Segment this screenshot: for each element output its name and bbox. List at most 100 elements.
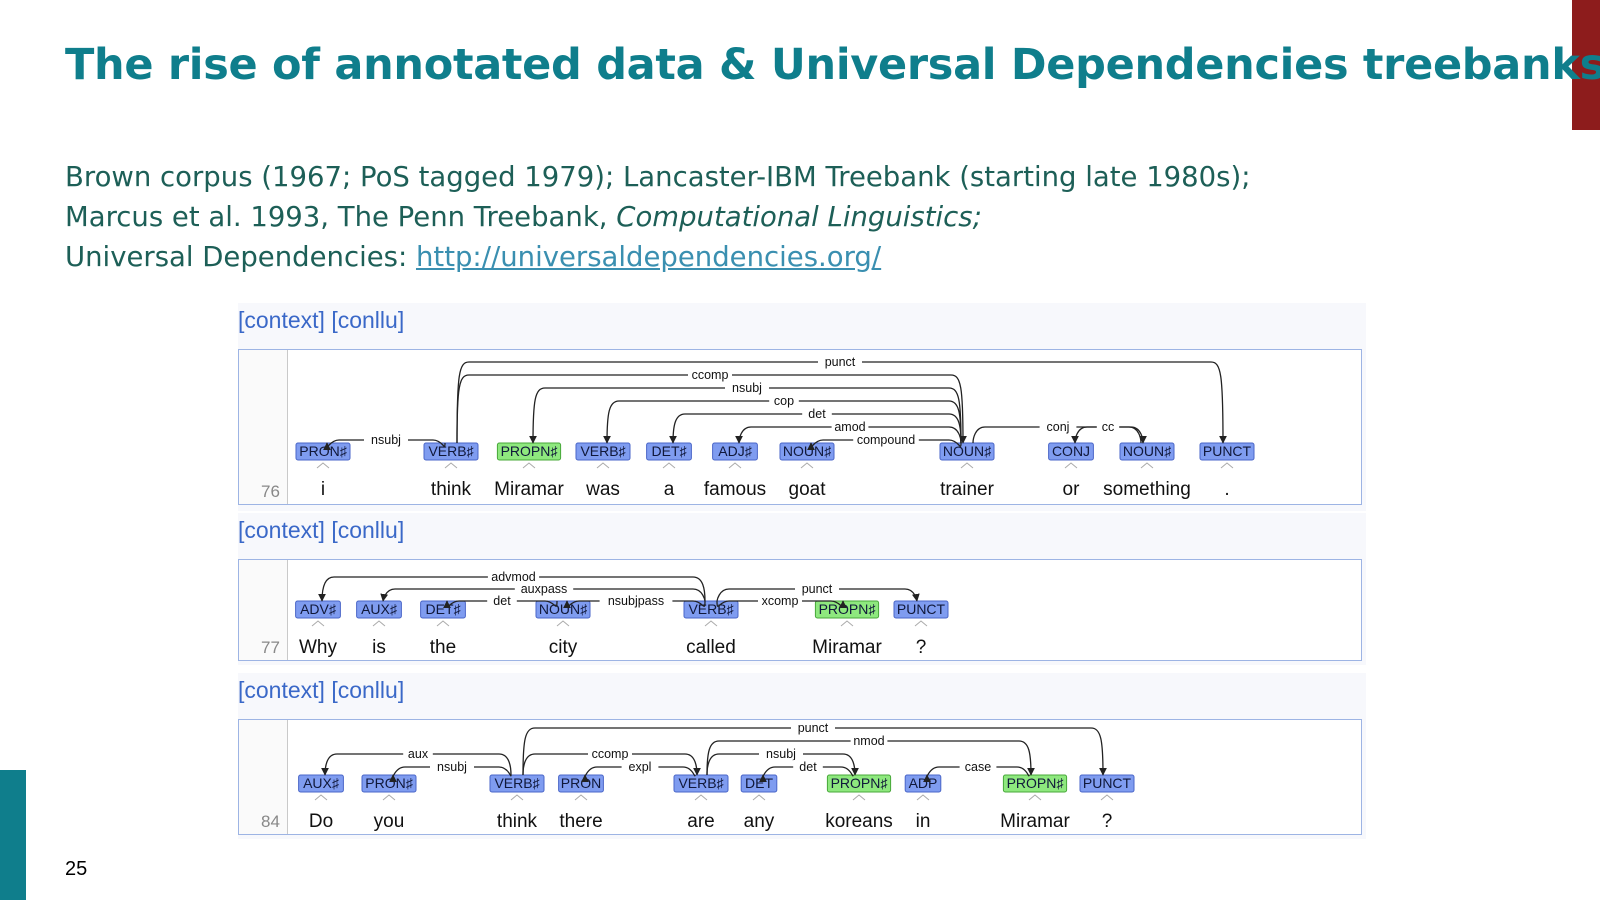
dependency-arc-cc: cc — [1071, 420, 1142, 444]
token-word: called — [686, 637, 736, 658]
token-word: think — [497, 811, 538, 832]
pos-tag-label: PRON♯ — [299, 443, 347, 459]
token-bracket — [694, 794, 708, 801]
sentence-panel-76: [context] [conllu] 76 PRON♯ i VERB♯ think PR… — [238, 303, 1366, 511]
token-was[interactable]: VERB♯ was — [575, 442, 631, 500]
arc-label: punct — [825, 355, 856, 369]
pos-tag-label: NOUN♯ — [539, 601, 588, 617]
token-Miramar[interactable]: PROPN♯ Miramar — [494, 442, 565, 500]
token-in[interactable]: ADP in — [904, 774, 942, 832]
token-city[interactable]: NOUN♯ city — [535, 600, 591, 658]
token-Miramar[interactable]: PROPN♯ Miramar — [812, 600, 883, 658]
token-bracket — [1220, 462, 1234, 469]
page-number: 25 — [65, 858, 88, 880]
pos-tag-label: AUX♯ — [303, 775, 340, 791]
token-are[interactable]: VERB♯ are — [673, 774, 729, 832]
token-something[interactable]: NOUN♯ something — [1103, 442, 1191, 500]
token-a[interactable]: DET♯ a — [646, 442, 692, 500]
pos-tag-label: PUNCT — [1203, 443, 1252, 459]
dependency-arc-det: det — [759, 760, 854, 783]
pos-tag-label: VERB♯ — [428, 443, 474, 459]
token-bracket — [311, 620, 325, 627]
pos-tag-label: PUNCT — [897, 601, 946, 617]
context-link[interactable]: [context] — [238, 677, 325, 703]
pos-tag-label: PUNCT — [1083, 775, 1132, 791]
token-word: trainer — [940, 479, 995, 500]
token-Miramar[interactable]: PROPN♯ Miramar — [1000, 774, 1071, 832]
journal-name: Computational Linguistics; — [616, 201, 982, 233]
token-?[interactable]: PUNCT? — [893, 600, 949, 658]
conllu-link[interactable]: [conllu] — [331, 677, 404, 703]
pos-tag-label: ADV♯ — [300, 601, 337, 617]
pos-tag-label: CONJ — [1052, 443, 1090, 459]
arc-label: compound — [857, 433, 915, 447]
token-the[interactable]: DET♯ the — [420, 600, 466, 658]
token-word: koreans — [825, 811, 893, 832]
dependency-graph-84: AUX♯ Do PRON♯ you VERB♯ think PRON there VERB♯ ar… — [298, 721, 1135, 832]
token-bracket — [752, 794, 766, 801]
slide-body: Brown corpus (1967; PoS tagged 1979); La… — [65, 157, 1251, 277]
token-koreans[interactable]: PROPN♯ koreans — [825, 774, 893, 832]
conllu-link[interactable]: [conllu] — [331, 517, 404, 543]
body-line-1: Brown corpus (1967; PoS tagged 1979); La… — [65, 157, 1251, 197]
body-line-3: Universal Dependencies: http://universal… — [65, 237, 1251, 277]
pos-tag-label: DET — [745, 775, 773, 791]
token-word: . — [1224, 479, 1229, 500]
token-word: Do — [309, 811, 333, 832]
ud-link[interactable]: http://universaldependencies.org/ — [416, 241, 881, 273]
token-think[interactable]: VERB♯ think — [423, 442, 479, 500]
dependency-arc-aux: aux — [321, 747, 512, 776]
arc-label: nsubj — [437, 760, 467, 774]
token-is[interactable]: AUX♯ is — [356, 600, 402, 658]
token-word: is — [372, 637, 386, 658]
dependency-graph-77: ADV♯ Why AUX♯ is DET♯ the NOUN♯ city VERB♯ called… — [295, 570, 949, 658]
dependency-arc-expl: expl — [581, 760, 696, 783]
dependency-arc-ccomp: ccomp — [522, 747, 701, 776]
sentence-panel-84: [context] [conllu] 84 AUX♯ Do PRON♯ you VERB… — [238, 673, 1366, 839]
arc-label: nmod — [853, 734, 884, 748]
dependency-tree-77: 77 ADV♯ Why AUX♯ is DET♯ the NOUN♯ city VERB♯ cal… — [238, 559, 1362, 661]
context-link[interactable]: [context] — [238, 517, 325, 543]
token-there[interactable]: PRON there — [558, 774, 604, 832]
token-any[interactable]: DET any — [740, 774, 778, 832]
token-famous[interactable]: ADJ♯ famous — [704, 442, 766, 500]
token-think[interactable]: VERB♯ think — [489, 774, 545, 832]
token-?[interactable]: PUNCT? — [1079, 774, 1135, 832]
token-word: Why — [299, 637, 338, 658]
pos-tag-label: ADJ♯ — [718, 443, 752, 459]
conllu-link[interactable]: [conllu] — [331, 307, 404, 333]
token-or[interactable]: CONJ or — [1048, 442, 1094, 500]
token-called[interactable]: VERB♯ called — [683, 600, 739, 658]
token-i[interactable]: PRON♯ i — [295, 442, 351, 500]
token-bracket — [916, 794, 930, 801]
body-line-2: Marcus et al. 1993, The Penn Treebank, C… — [65, 197, 1251, 237]
token-word: you — [374, 811, 405, 832]
token-word: or — [1063, 479, 1081, 500]
token-word: famous — [704, 479, 766, 500]
pos-tag-label: NOUN♯ — [783, 443, 832, 459]
arc-label: cop — [774, 394, 794, 408]
dependency-arc-punct: punct — [716, 582, 920, 602]
slide-title: The rise of annotated data & Universal D… — [65, 40, 1600, 90]
pos-tag-label: DET♯ — [426, 601, 462, 617]
token-Why[interactable]: ADV♯ Why — [295, 600, 341, 658]
sentence-links-77: [context] [conllu] — [238, 517, 404, 544]
token-Do[interactable]: AUX♯ Do — [298, 774, 344, 832]
arc-label: amod — [834, 420, 865, 434]
token-word: in — [916, 811, 931, 832]
context-link[interactable]: [context] — [238, 307, 325, 333]
token-word: city — [549, 637, 578, 658]
pos-tag-label: NOUN♯ — [943, 443, 992, 459]
arc-label: punct — [798, 721, 829, 735]
arc-label: nsubj — [732, 381, 762, 395]
token-trainer[interactable]: NOUN♯ trainer — [939, 442, 995, 500]
token-goat[interactable]: NOUN♯ goat — [779, 442, 835, 500]
pos-tag-label: VERB♯ — [688, 601, 734, 617]
pos-tag-label: PROPN♯ — [831, 775, 889, 791]
arc-label: nsubjpass — [608, 594, 664, 608]
pos-tag-label: PRON — [561, 775, 601, 791]
token-.[interactable]: PUNCT. — [1199, 442, 1255, 500]
token-you[interactable]: PRON♯ you — [361, 774, 417, 832]
dependency-graph-76: PRON♯ i VERB♯ think PROPN♯ Miramar VERB♯ was DET… — [295, 355, 1255, 500]
arc-label: auxpass — [521, 582, 568, 596]
